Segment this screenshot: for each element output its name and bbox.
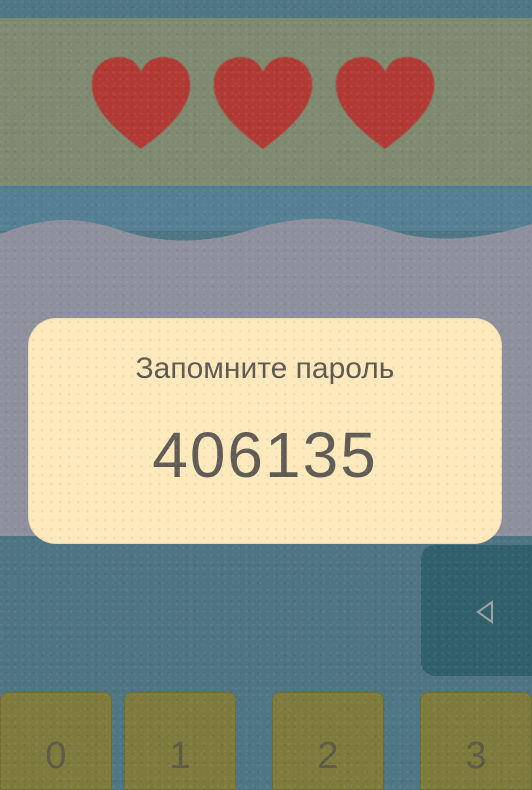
key-label: 3 (465, 735, 487, 777)
password-value: 406135 (152, 419, 378, 491)
backspace-button[interactable] (421, 545, 532, 676)
key-label: 1 (169, 735, 191, 777)
heart-icon (91, 57, 191, 149)
key-0[interactable]: 0 (0, 692, 112, 790)
key-label: 2 (317, 735, 339, 777)
key-2[interactable]: 2 (272, 692, 384, 790)
heart-icon (213, 57, 313, 149)
dialog-title: Запомните пароль (135, 352, 395, 385)
heart-icon (335, 57, 435, 149)
key-1[interactable]: 1 (124, 692, 236, 790)
key-label: 0 (45, 735, 67, 777)
key-3[interactable]: 3 (420, 692, 532, 790)
password-dialog: Запомните пароль 406135 (28, 318, 502, 544)
backspace-icon (476, 600, 493, 624)
lives-display (86, 54, 446, 154)
